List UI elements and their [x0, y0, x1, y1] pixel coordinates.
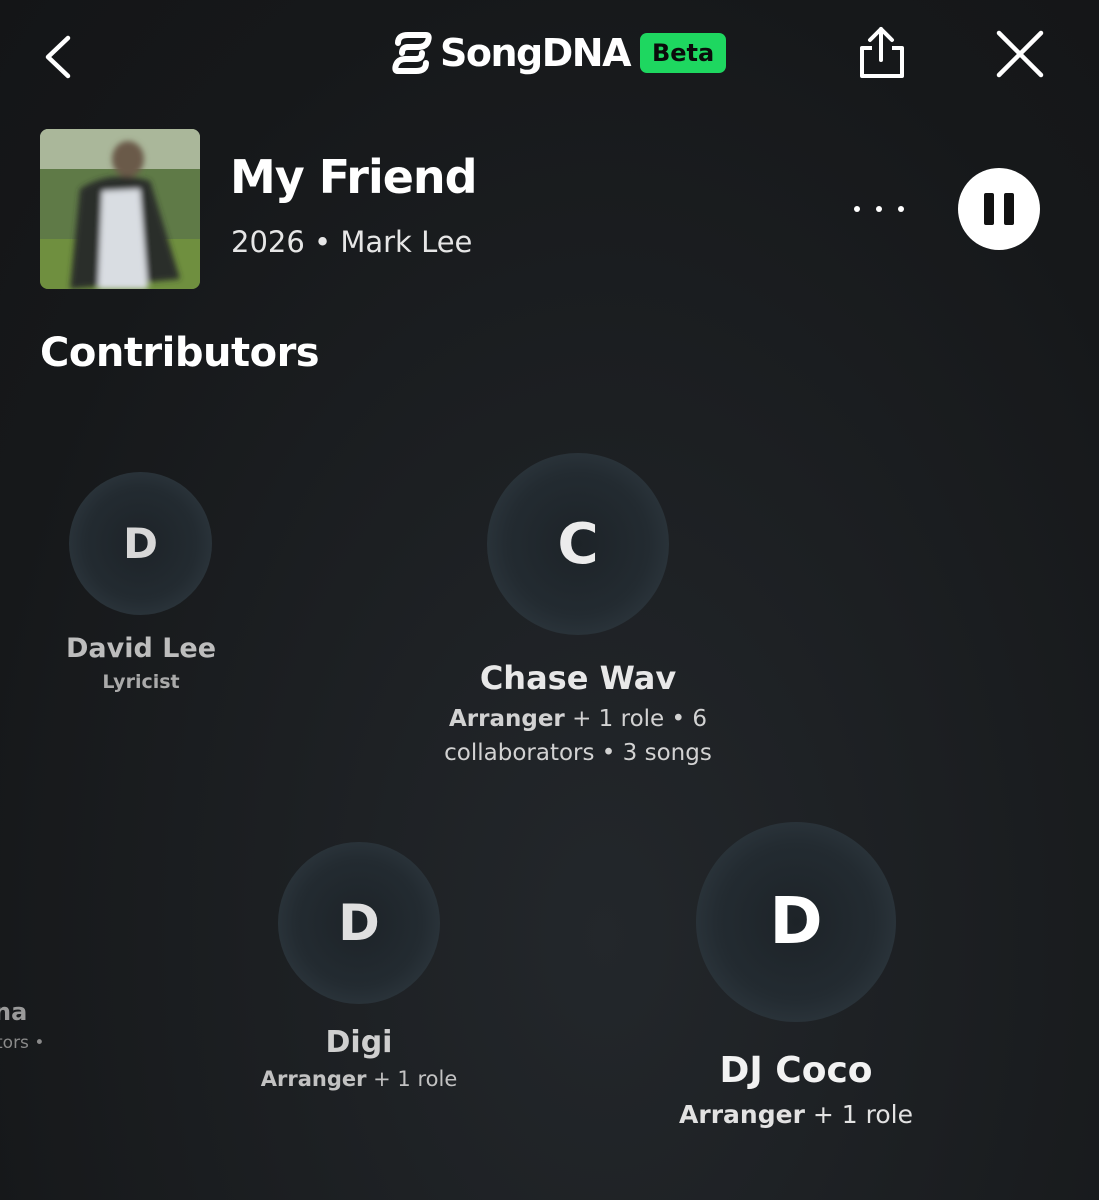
album-art-image: [40, 129, 200, 289]
contributor-name[interactable]: DJ Coco: [719, 1050, 872, 1091]
album-art[interactable]: [40, 129, 200, 289]
app-name: SongDNA: [440, 31, 631, 75]
track-meta: 2026 • Mark Lee: [231, 225, 473, 259]
back-button[interactable]: [36, 30, 82, 82]
contributor-role-line: Arranger + 1 role: [261, 1067, 457, 1091]
contributor-role-line: Arranger + 1 role: [679, 1100, 913, 1129]
contributor-avatar[interactable]: D: [278, 842, 440, 1004]
back-chevron-icon: [45, 35, 71, 79]
contributor-extra: + 1 role • 6: [564, 706, 708, 732]
contributor-avatar[interactable]: D: [69, 472, 212, 615]
songdna-logo-icon: [392, 32, 432, 74]
pause-button[interactable]: [958, 168, 1040, 250]
contributor-initial: C: [557, 511, 599, 577]
contributor-initial: D: [338, 894, 380, 952]
pause-icon-bar: [984, 193, 994, 225]
share-button[interactable]: [850, 24, 910, 82]
contributor-name[interactable]: Chase Wav: [480, 659, 676, 697]
contributor-extra: + 1 role: [366, 1067, 458, 1091]
track-title: My Friend: [230, 150, 478, 204]
contributor-name-partial[interactable]: na: [0, 998, 27, 1026]
more-dot: [898, 206, 904, 212]
close-button[interactable]: [994, 28, 1046, 80]
app-logo: SongDNA Beta: [390, 28, 727, 78]
contributor-avatar[interactable]: D: [696, 822, 896, 1022]
close-icon: [996, 30, 1044, 78]
contributor-stats: collaborators • 3 songs: [444, 740, 712, 766]
contributor-role: Arranger: [679, 1100, 805, 1129]
contributor-avatar[interactable]: C: [487, 453, 669, 635]
contributor-role: Arranger: [448, 706, 565, 732]
more-dot: [876, 206, 882, 212]
contributor-name[interactable]: Digi: [326, 1025, 393, 1060]
more-options-button[interactable]: [848, 192, 910, 226]
contributor-role-line: Arranger + 1 role • 6: [449, 706, 707, 732]
more-dot: [854, 206, 860, 212]
contributor-initial: D: [769, 885, 823, 959]
beta-badge: Beta: [639, 33, 727, 73]
contributor-name[interactable]: David Lee: [66, 633, 216, 664]
section-title: Contributors: [40, 330, 320, 376]
contributor-extra: + 1 role: [804, 1100, 913, 1129]
share-icon: [860, 27, 904, 78]
contributor-stats-partial: tors •: [0, 1033, 45, 1053]
contributor-role: Lyricist: [102, 671, 180, 693]
pause-icon-bar: [1004, 193, 1014, 225]
contributor-role: Arranger: [260, 1067, 367, 1091]
contributor-initial: D: [123, 519, 158, 568]
